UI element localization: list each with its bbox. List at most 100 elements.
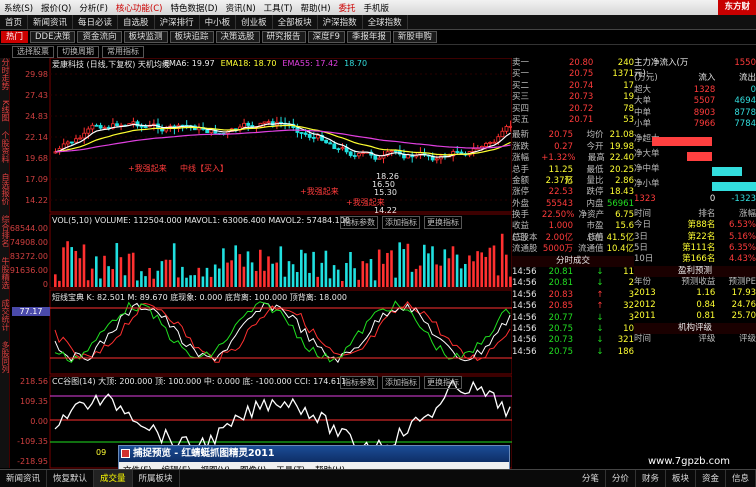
tab-gem[interactable]: 创业板 (236, 15, 273, 29)
volume-bar (160, 261, 164, 287)
menu-help[interactable]: 帮助(H) (296, 2, 334, 14)
switch-period-button[interactable]: 切换周期 (57, 46, 99, 58)
order-book-row-cell: 53 (623, 114, 635, 125)
stat-row-cell: 总手 (512, 164, 530, 175)
kline-note-1: +我强起来 (128, 164, 167, 173)
volume-bar (373, 280, 377, 287)
tab-rank[interactable]: 沪深排行 (155, 15, 200, 29)
chart-area[interactable]: 29.98 27.43 24.83 22.14 19.68 17.09 14.22 3685… (10, 58, 512, 469)
tick-row-cell: 14:56 (512, 335, 537, 346)
tab-quarterly[interactable]: 季报年报 (346, 31, 391, 43)
bottom-restore[interactable]: 恢复默认 (47, 470, 95, 487)
tab-news[interactable]: 新闻资讯 (28, 15, 74, 29)
tick-row-cell: 20.85 (548, 301, 573, 312)
main-nav-tabs: 首页 新闻资讯 每日必读 自选股 沪深排行 中小板 创业板 全部板块 沪深指数 … (0, 15, 756, 30)
tab-sector-monitor[interactable]: 板块监测 (123, 31, 168, 43)
bottom-fund[interactable]: 资金 (696, 470, 726, 487)
tab-home[interactable]: 首页 (0, 15, 29, 29)
ind3-change-button[interactable]: 更换指标 (424, 376, 462, 389)
order-book-row-cell: 20.80 (569, 58, 594, 68)
tab-reports[interactable]: 研究报告 (261, 31, 306, 43)
candle-body (242, 122, 247, 128)
flow-row-cell: 小单 (634, 118, 652, 129)
order-book-row-cell: 78 (623, 103, 635, 114)
flow-title-cell: 主力净流入(万元): (634, 58, 689, 80)
tab-ipo[interactable]: 新股申购 (392, 31, 437, 43)
bottom-board[interactable]: 板块 (666, 470, 696, 487)
ema18-label: EMA18: 18.70 (220, 59, 277, 68)
volume-bar (213, 264, 217, 287)
volume-bar (119, 257, 123, 287)
volume-bar (386, 252, 389, 287)
volume-y-tick: 0 (43, 280, 48, 289)
volume-bar (185, 277, 188, 287)
ind3-add-button[interactable]: 添加指标 (382, 376, 420, 389)
stat-row-cell: 最高 (587, 153, 605, 164)
candle-body (356, 153, 361, 157)
sidebar-item-multi[interactable]: 多股同列 (0, 341, 10, 373)
vol-param-button[interactable]: 指标参数 (340, 216, 378, 229)
sidebar-item-picks[interactable]: 牛股精选 (0, 257, 10, 289)
tab-sector-track[interactable]: 板块追踪 (169, 31, 214, 43)
common-indicator-button[interactable]: 常用指标 (102, 46, 144, 58)
bottom-finance[interactable]: 财务 (636, 470, 666, 487)
volume-bar (480, 252, 483, 287)
flow-range-cell: 1323 (634, 194, 656, 205)
bottom-volume[interactable]: 成交量 (94, 470, 133, 487)
vol-add-button[interactable]: 添加指标 (382, 216, 420, 229)
bottom-news[interactable]: 新闻资讯 (0, 470, 48, 487)
sidebar-item-trades[interactable]: 成交统计 (0, 299, 10, 331)
stat-row-cell: 0.27 (554, 141, 573, 152)
tab-daily[interactable]: 每日必读 (73, 15, 119, 29)
order-book-row: 卖一 20.80 240 (512, 58, 634, 69)
volume-bar (345, 262, 348, 287)
bottom-tick[interactable]: 分笔 (576, 470, 606, 487)
menu-core[interactable]: 核心功能(C) (112, 2, 167, 14)
bottom-info[interactable]: 信息 (726, 470, 756, 487)
menu-tools[interactable]: 工具(T) (260, 2, 297, 14)
menu-mobile[interactable]: 手机版 (360, 2, 394, 14)
volume-bar (218, 268, 221, 287)
sidebar-item-quote[interactable]: 自选报价 (0, 173, 10, 205)
menu-analysis[interactable]: 分析(F) (75, 2, 112, 14)
rank-row-cell: 3日 (634, 231, 648, 242)
tab-sme[interactable]: 中小板 (200, 15, 237, 29)
sidebar-item-timeshare[interactable]: 分时走势 (0, 58, 10, 90)
bottom-sector[interactable]: 所属板块 (133, 470, 180, 487)
tab-all-sectors[interactable]: 全部板块 (273, 15, 318, 29)
sidebar-item-ranking[interactable]: 综合排名 (0, 215, 10, 247)
stat-row-cell: 跌停 (586, 187, 604, 198)
tab-capital-flow[interactable]: 资金流向 (77, 31, 122, 43)
stat-row-cell: 15.6 (615, 221, 634, 232)
tab-stock-select[interactable]: 决策选股 (215, 31, 260, 43)
capture-window-title[interactable]: 捕捉预览 - 红蜻蜓抓图精灵2011 (119, 446, 509, 462)
stat-row-cell: 56961 (606, 198, 634, 209)
vol-change-button[interactable]: 更换指标 (424, 216, 462, 229)
flow-row-cell: 中单 (634, 107, 652, 118)
volume-bar (332, 265, 336, 287)
tab-hot[interactable]: 热门 (1, 31, 29, 43)
menu-feature-data[interactable]: 特色数据(D) (166, 2, 221, 14)
ind3-param-button[interactable]: 指标参数 (340, 376, 378, 389)
candle-body (492, 141, 497, 144)
sidebar-item-profile[interactable]: 个股资料 (0, 131, 10, 163)
tab-index[interactable]: 沪深指数 (318, 15, 363, 29)
select-stock-button[interactable]: 选择股票 (12, 46, 54, 58)
volume-bar (455, 254, 459, 287)
tick-row: 14:56 20.75 ↓ 10 (512, 324, 634, 335)
menu-quote[interactable]: 报价(Q) (37, 2, 75, 14)
tab-dde[interactable]: DDE决策 (30, 31, 76, 43)
sidebar-item-kline[interactable]: K线图 (0, 100, 10, 121)
volume-bar (435, 264, 438, 287)
tab-watchlist[interactable]: 自选股 (118, 15, 155, 29)
volume-bar (316, 276, 319, 287)
tab-global[interactable]: 全球指数 (363, 15, 408, 29)
flow-range-cell: 0 (709, 194, 716, 205)
date-label: 09 (96, 448, 107, 457)
bottom-price[interactable]: 分价 (606, 470, 636, 487)
menu-system[interactable]: 系统(S) (0, 2, 37, 14)
stat-row-cell: 净资产 (578, 210, 605, 221)
menu-news[interactable]: 资讯(N) (222, 2, 260, 14)
tab-f9[interactable]: 深度F9 (307, 31, 345, 43)
menu-trade[interactable]: 委托 (335, 2, 360, 14)
